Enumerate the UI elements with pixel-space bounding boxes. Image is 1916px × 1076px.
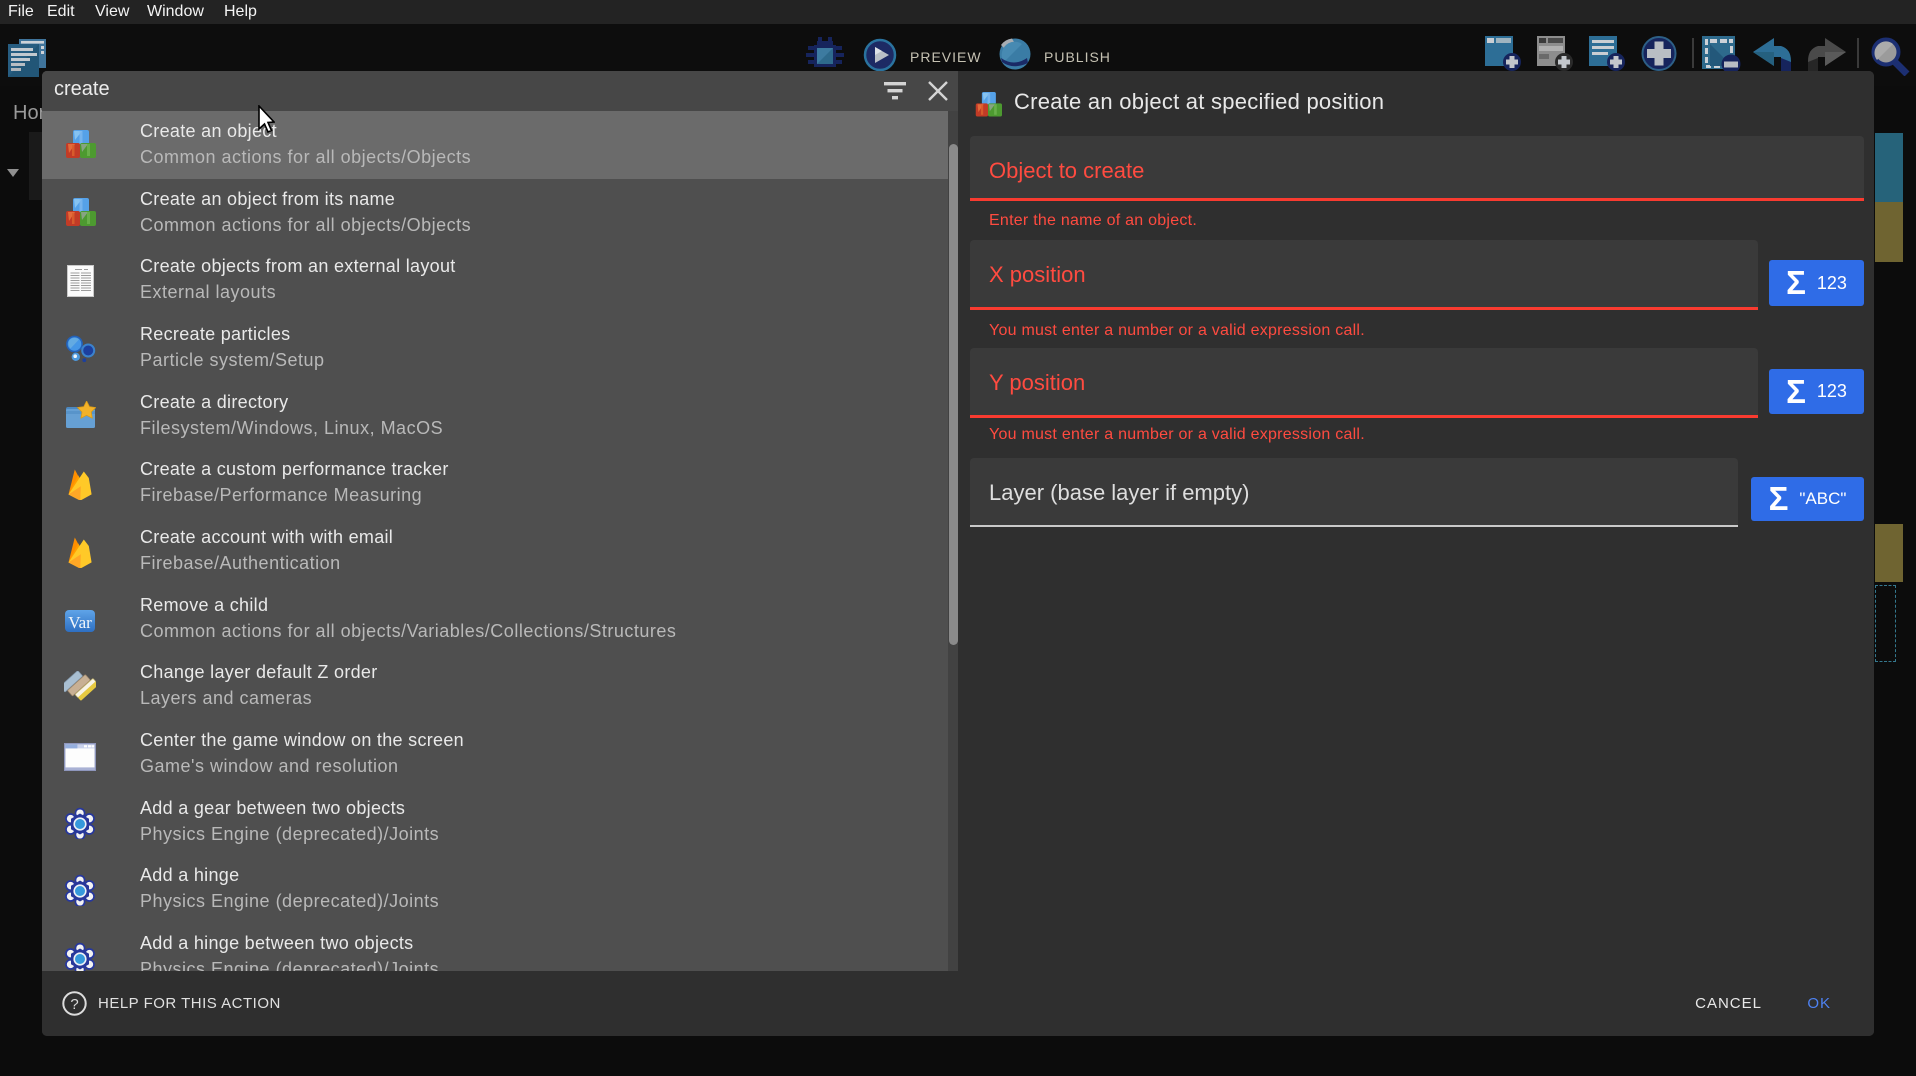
svg-text:?: ?: [70, 996, 78, 1013]
